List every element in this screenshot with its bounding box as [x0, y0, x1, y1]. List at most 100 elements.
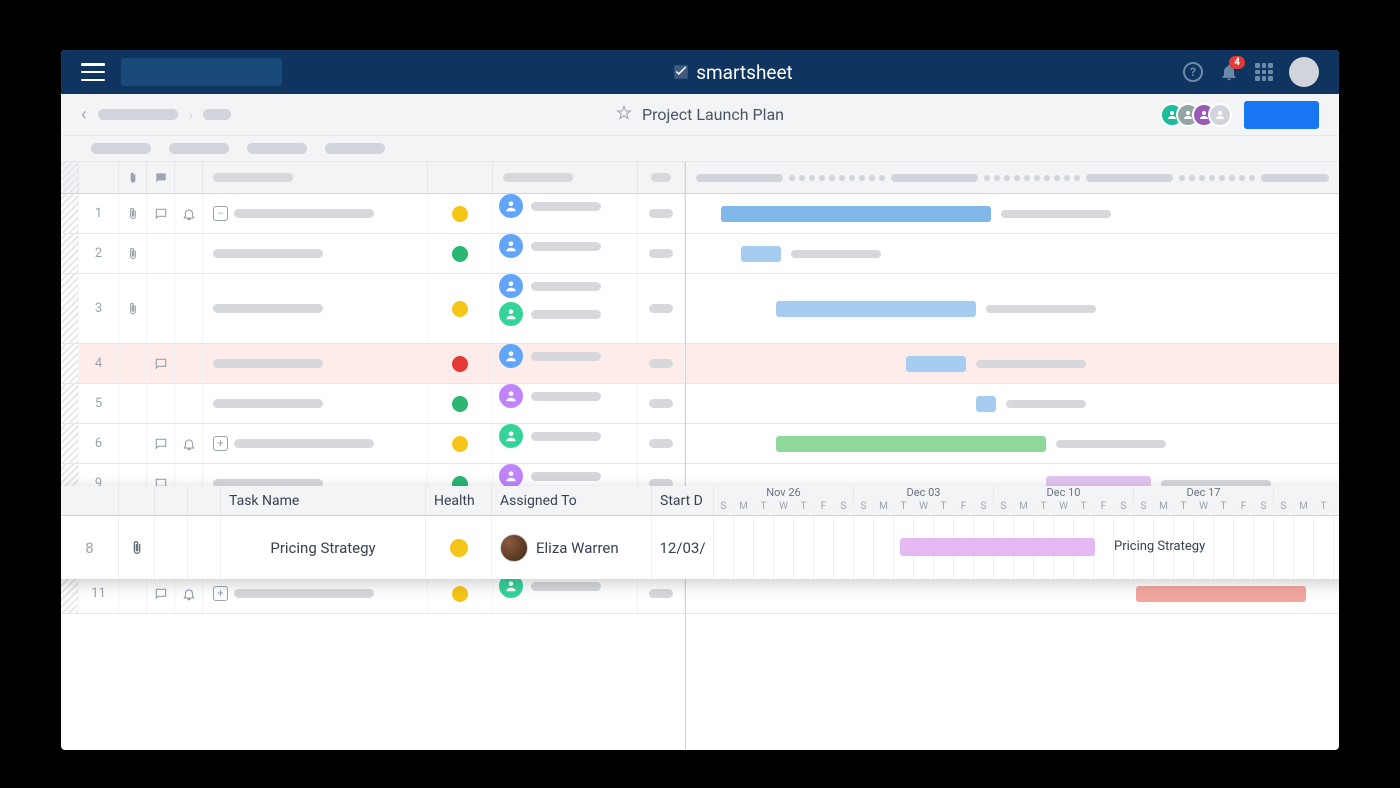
comment-cell[interactable] — [147, 574, 175, 613]
gantt-row[interactable] — [686, 274, 1339, 344]
row-number: 8 — [61, 516, 119, 579]
comment-cell[interactable] — [147, 194, 175, 233]
reminder-cell[interactable] — [175, 424, 203, 463]
col-assigned[interactable]: Assigned To — [492, 486, 652, 515]
reminder-cell[interactable] — [175, 274, 203, 343]
table-row[interactable]: 3 — [61, 274, 685, 344]
reminder-cell[interactable] — [175, 234, 203, 273]
apps-icon[interactable] — [1255, 63, 1273, 81]
grid-panel: 1 − 2 3 4 5 — [61, 162, 685, 750]
gantt-bar[interactable] — [906, 356, 966, 372]
presence-avatar[interactable] — [1208, 103, 1232, 127]
notifications-icon[interactable]: 4 — [1219, 62, 1239, 82]
gantt-row[interactable] — [686, 194, 1339, 234]
task-cell[interactable] — [203, 384, 428, 423]
person-icon — [499, 384, 523, 408]
assignee-avatar — [500, 534, 528, 562]
assigned-cell[interactable] — [493, 574, 638, 613]
task-cell[interactable]: − — [203, 194, 428, 233]
gantt-bar[interactable] — [776, 301, 976, 317]
attachment-cell[interactable] — [119, 234, 147, 273]
gantt-bar[interactable] — [976, 396, 996, 412]
gantt-row[interactable] — [686, 234, 1339, 274]
assigned-cell[interactable] — [493, 384, 638, 423]
task-cell[interactable] — [203, 344, 428, 383]
task-cell[interactable]: + — [203, 424, 428, 463]
attachment-cell[interactable] — [119, 384, 147, 423]
assigned-cell[interactable]: Eliza Warren — [492, 516, 652, 579]
gantt-day-label: W — [1054, 501, 1074, 516]
table-row[interactable]: 11 + — [61, 574, 685, 614]
gantt-day-label: S — [834, 501, 854, 516]
menu-icon[interactable] — [81, 63, 105, 81]
reminder-cell[interactable] — [175, 384, 203, 423]
comment-cell[interactable] — [147, 384, 175, 423]
start-date-cell[interactable]: 12/03/ — [652, 516, 714, 579]
table-row[interactable]: 4 — [61, 344, 685, 384]
assigned-cell[interactable] — [493, 234, 638, 273]
gantt-row[interactable] — [686, 574, 1339, 614]
reminder-cell[interactable] — [175, 344, 203, 383]
assigned-cell[interactable] — [493, 424, 638, 463]
assigned-cell[interactable] — [493, 344, 638, 383]
gantt-day-label: M — [1014, 501, 1034, 516]
person-icon — [499, 194, 523, 218]
gantt-row[interactable] — [686, 344, 1339, 384]
expand-icon[interactable]: + — [213, 586, 228, 601]
gantt-bar[interactable] — [741, 246, 781, 262]
reminder-cell[interactable] — [175, 574, 203, 613]
toolbar-placeholder — [91, 143, 151, 154]
comment-cell[interactable] — [147, 344, 175, 383]
gantt-day-label: S — [1254, 501, 1274, 516]
share-button[interactable] — [1244, 101, 1319, 129]
gantt-focus-row[interactable]: Pricing Strategy — [714, 516, 1339, 579]
attachment-cell[interactable] — [119, 574, 147, 613]
gantt-day-label: S — [714, 501, 734, 516]
expand-icon[interactable]: + — [213, 436, 228, 451]
gantt-row[interactable] — [686, 424, 1339, 464]
gantt-panel — [685, 162, 1339, 750]
attachment-cell[interactable] — [119, 344, 147, 383]
col-health[interactable]: Health — [426, 486, 492, 515]
task-cell[interactable]: + — [203, 574, 428, 613]
attachment-cell[interactable] — [119, 274, 147, 343]
table-row[interactable]: 2 — [61, 234, 685, 274]
gantt-bar[interactable] — [1136, 586, 1306, 602]
gantt-day-label: F — [814, 501, 834, 516]
col-task[interactable]: Task Name — [221, 486, 426, 515]
attachment-cell[interactable] — [119, 424, 147, 463]
table-row[interactable]: 1 − — [61, 194, 685, 234]
back-icon[interactable]: ‹ — [81, 104, 86, 125]
health-indicator — [452, 436, 468, 452]
reminder-cell[interactable] — [175, 194, 203, 233]
col-start[interactable]: Start D — [652, 486, 714, 515]
gantt-week-label: Nov 26 — [714, 486, 854, 501]
table-row[interactable]: 6 + — [61, 424, 685, 464]
health-indicator — [452, 301, 468, 317]
assigned-cell[interactable] — [493, 194, 638, 233]
gantt-week-label: Dec 03 — [854, 486, 994, 501]
comment-cell[interactable] — [147, 424, 175, 463]
comment-cell[interactable] — [147, 274, 175, 343]
comment-cell[interactable] — [147, 234, 175, 273]
search-input[interactable] — [121, 58, 282, 86]
gantt-bar[interactable] — [721, 206, 991, 222]
expand-icon[interactable]: − — [213, 206, 228, 221]
user-avatar[interactable] — [1289, 57, 1319, 87]
gantt-bar[interactable] — [900, 538, 1095, 556]
gantt-weeks: Nov 26Dec 03Dec 10Dec 17 — [714, 486, 1339, 501]
attachment-icon[interactable] — [129, 540, 145, 556]
gantt-bar[interactable] — [776, 436, 1046, 452]
task-cell[interactable] — [203, 234, 428, 273]
assigned-cell[interactable] — [493, 274, 638, 343]
gantt-row[interactable] — [686, 384, 1339, 424]
task-name-cell[interactable]: Pricing Strategy — [221, 516, 426, 579]
task-cell[interactable] — [203, 274, 428, 343]
gantt-day-label: S — [974, 501, 994, 516]
star-icon[interactable] — [616, 105, 632, 125]
gantt-day-label: F — [954, 501, 974, 516]
help-icon[interactable]: ? — [1183, 62, 1203, 82]
attachment-cell[interactable] — [119, 194, 147, 233]
table-row[interactable]: 5 — [61, 384, 685, 424]
focus-row-8[interactable]: 8 Pricing Strategy Eliza Warren 12/03/ — [61, 516, 714, 579]
